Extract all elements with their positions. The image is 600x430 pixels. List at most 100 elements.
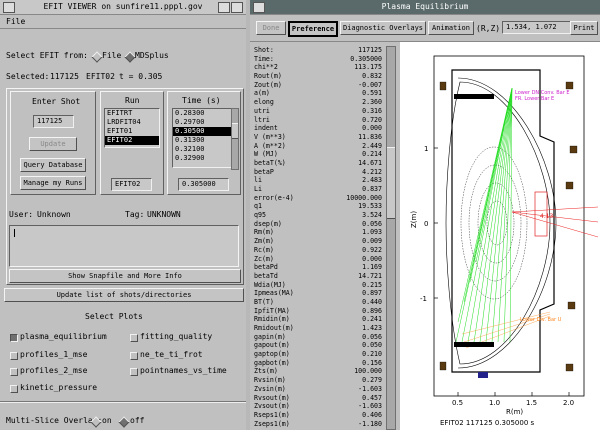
preference-button[interactable]: Preference [288,21,338,37]
profiles-2-mse-checkbox[interactable] [10,368,18,376]
param-value: 0.056 [362,332,382,341]
show-snapfile-button[interactable]: Show Snapfile and More Info [9,269,241,283]
user-label: User: [9,210,34,219]
param-value: 2.483 [362,176,382,185]
param-name: betaP [254,167,274,176]
plasma-equilibrium-checkbox[interactable] [10,334,18,342]
param-value: 2.449 [362,141,382,150]
selected-run: EFIT02 [86,72,115,81]
equilibrium-plot[interactable]: 1 0 -1 Z(m) 0.5 1.0 1.5 2.0 R(m) Lower D… [400,42,600,430]
param-name: IpfiT(MA) [254,306,290,315]
tag-value: UNKNOWN [147,210,181,219]
done-button[interactable]: Done [256,21,286,35]
time-item[interactable]: 0.32900 [173,154,231,163]
pointnames-vs-time-checkbox[interactable] [130,368,138,376]
update-button[interactable]: Update [29,137,77,151]
annotation-top-2: FR. Lower Bar E [515,96,554,102]
param-name: Rc(m) [254,245,274,254]
shot-input[interactable]: 117125 [33,115,74,128]
time-selected-field[interactable]: 0.305000 [178,178,229,191]
efit-viewer-titlebar[interactable]: EFIT VIEWER on sunfire11.pppl.gov [0,0,246,15]
rz-label: (R,Z) [476,24,501,33]
param-value: 0.215 [362,280,382,289]
diagnostic-overlays-button[interactable]: Diagnostic Overlays [340,21,426,35]
time-item[interactable]: 0.31300 [173,136,231,145]
param-name: Zts(m) [254,367,278,376]
parameter-scrollbar[interactable] [386,46,396,430]
fitting-quality-checkbox[interactable] [130,334,138,342]
ne-te-ti-frot-checkbox[interactable] [130,352,138,360]
time-item[interactable]: 0.32100 [173,145,231,154]
manage-runs-button[interactable]: Manage my Runs [20,176,86,190]
time-list[interactable]: 0.28300 0.29700 0.30500 0.31300 0.32100 … [172,108,232,168]
scroll-thumb[interactable] [387,147,395,219]
param-name: Rvsin(m) [254,376,286,385]
annotation-bottom: Lower Div. Bar U [520,317,562,323]
param-name: utri [254,106,270,115]
source-mdsplus-label: MDSplus [135,51,169,60]
source-file-radio[interactable] [91,51,103,63]
run-selected-field[interactable]: EFIT02 [111,178,152,191]
param-name: li [254,176,262,185]
window-menu-icon[interactable] [253,2,265,13]
param-value: 0.156 [362,358,382,367]
param-value: 117125 [358,46,382,54]
print-button[interactable]: Print [570,21,598,35]
maximize-icon[interactable] [231,2,243,13]
tag-label: Tag: [125,210,145,219]
run-item-efit02[interactable]: EFIT02 [105,136,159,145]
param-name: Rout(m) [254,72,282,81]
param-name: Zout(m) [254,80,282,89]
param-name: gapbot(m) [254,358,290,367]
x-tick-label: 1.5 [526,399,537,407]
animation-button[interactable]: Animation [428,21,474,35]
run-list[interactable]: EFITRT LRDFIT04 EFIT01 EFIT02 [104,108,160,148]
info-textarea[interactable] [9,225,239,267]
window-menu-icon[interactable] [3,2,15,13]
source-mdsplus-radio[interactable] [124,51,136,63]
param-value: 1.423 [362,324,382,332]
param-name: BT(T) [254,297,274,306]
param-value: 0.210 [362,350,382,359]
plasma-equilibrium-title: Plasma Equilibrium [381,2,469,11]
param-name: Wdia(MJ) [254,280,286,289]
param-name: Zm(m) [254,237,274,246]
param-value: 0.000 [362,254,382,263]
time-item[interactable]: 0.28300 [173,109,231,118]
param-value: 0.922 [362,245,382,254]
kinetic-pressure-checkbox[interactable] [10,385,18,393]
run-item-efit01[interactable]: EFIT01 [105,127,159,136]
param-value: 0.241 [362,315,382,324]
divider [0,401,246,403]
profiles-1-mse-checkbox[interactable] [10,352,18,360]
file-menu[interactable]: File [6,17,25,26]
rz-value-field[interactable]: 1.534, 1.072 [502,21,571,34]
plasma-equilibrium-titlebar[interactable]: Plasma Equilibrium [250,0,600,15]
minimize-icon[interactable] [218,2,230,13]
vessel-wall [451,69,555,373]
time-item-selected[interactable]: 0.30500 [173,127,231,136]
time-list-scrollbar[interactable] [231,108,239,170]
query-database-button[interactable]: Query Database [20,158,86,172]
update-list-button[interactable]: Update list of shots/directories [4,288,244,302]
time-header: Time (s) [182,96,221,105]
run-item-efitrt[interactable]: EFITRT [105,109,159,118]
param-name: q1 [254,202,262,211]
run-header: Run [125,96,140,105]
run-item-lrdfit04[interactable]: LRDFIT04 [105,118,159,127]
profiles-1-mse-label: profiles_1_mse [20,350,88,359]
param-value: 11.836 [358,132,382,141]
multi-slice-off-radio[interactable] [118,416,130,428]
time-item[interactable]: 0.29700 [173,118,231,127]
scroll-thumb[interactable] [232,123,238,139]
param-name: Rm(m) [254,228,274,237]
param-value: 0.009 [362,237,382,246]
equilibrium-plot-area[interactable]: 1 0 -1 Z(m) 0.5 1.0 1.5 2.0 R(m) Lower D… [400,42,600,430]
ne-te-ti-frot-label: ne_te_ti_frot [140,350,203,359]
param-name: Zvsin(m) [254,384,286,393]
param-value: 0.837 [362,185,382,193]
param-value: 0.720 [362,115,382,124]
param-value: 0.056 [362,219,382,228]
param-name: ltri [254,115,270,124]
source-file-label: File [102,51,122,60]
